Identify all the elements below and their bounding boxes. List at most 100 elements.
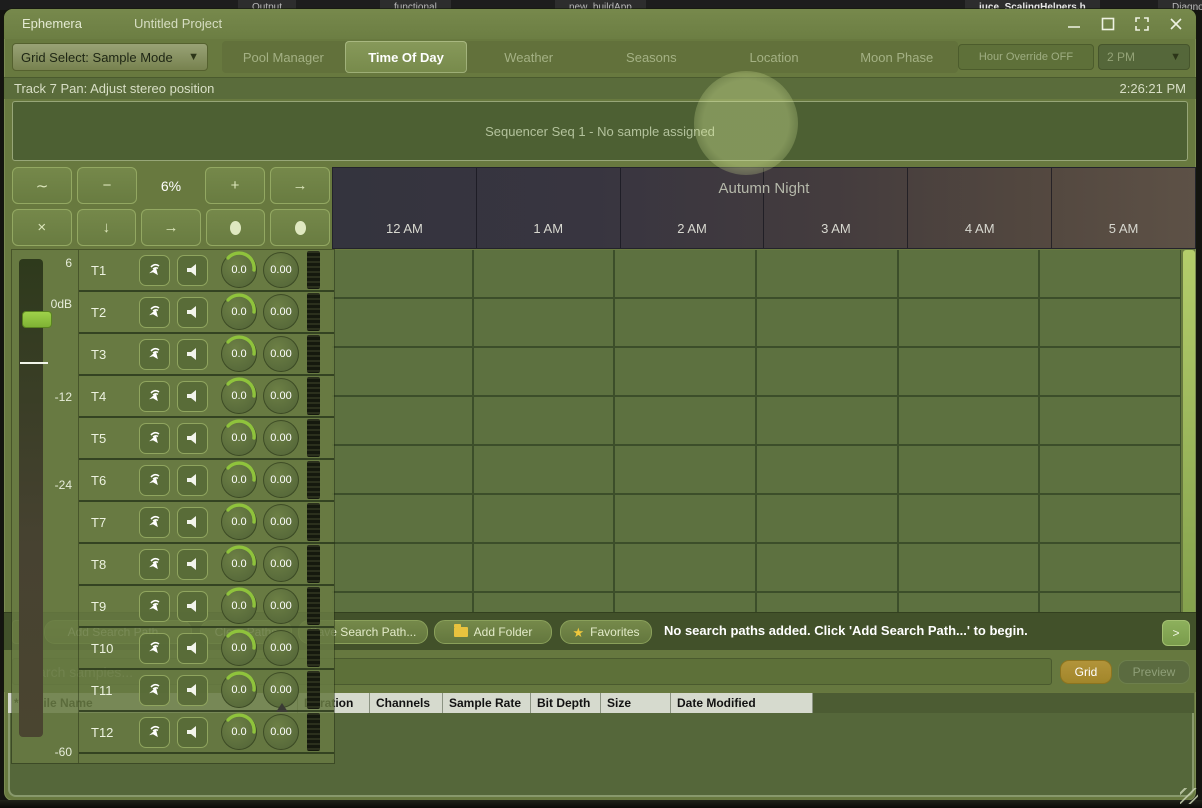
audition-button[interactable]: [139, 465, 170, 496]
grid-scrollbar[interactable]: [1183, 250, 1195, 621]
oval-tool-button-1[interactable]: [206, 209, 266, 246]
resize-grip-icon[interactable]: [1180, 788, 1198, 804]
timeline-hour-column[interactable]: 2 AM: [621, 168, 765, 248]
pan-knob[interactable]: 0.0: [221, 294, 257, 330]
scroll-right-button[interactable]: →: [270, 167, 330, 204]
pan-knob[interactable]: 0.0: [221, 378, 257, 414]
tab-weather[interactable]: Weather: [467, 41, 590, 73]
audition-button[interactable]: [139, 297, 170, 328]
pan-knob[interactable]: 0.0: [221, 630, 257, 666]
volume-knob[interactable]: 0.00: [263, 294, 299, 330]
sequencer-grid[interactable]: [332, 250, 1181, 621]
mute-button[interactable]: [177, 633, 208, 664]
audition-button[interactable]: [139, 591, 170, 622]
volume-knob[interactable]: 0.00: [263, 714, 299, 750]
zoom-in-button[interactable]: +: [205, 167, 265, 204]
column-header-bit-depth[interactable]: Bit Depth: [531, 693, 601, 713]
sequencer-display[interactable]: Sequencer Seq 1 - No sample assigned: [12, 101, 1188, 161]
maximize-icon[interactable]: [1096, 12, 1120, 36]
track-meter: [307, 461, 320, 499]
master-fader-handle[interactable]: [22, 311, 52, 328]
pan-knob[interactable]: 0.0: [221, 546, 257, 582]
grid-hour-column[interactable]: [1040, 250, 1181, 621]
mute-button[interactable]: [177, 381, 208, 412]
preview-button[interactable]: Preview: [1118, 660, 1190, 684]
grid-hour-column[interactable]: [615, 250, 757, 621]
mute-button[interactable]: [177, 591, 208, 622]
favorites-button[interactable]: ★ Favorites: [560, 620, 652, 644]
mute-button[interactable]: [177, 675, 208, 706]
mute-button[interactable]: [177, 297, 208, 328]
master-fader-track[interactable]: [19, 259, 43, 737]
tab-seasons[interactable]: Seasons: [590, 41, 713, 73]
close-icon[interactable]: [1164, 12, 1188, 36]
arrow-down-button[interactable]: ↓: [77, 209, 137, 246]
volume-knob[interactable]: 0.00: [263, 504, 299, 540]
pan-knob[interactable]: 0.0: [221, 420, 257, 456]
expand-panel-button[interactable]: >: [1162, 620, 1190, 646]
timeline-header[interactable]: Autumn Night 12 AM1 AM2 AM3 AM4 AM5 AM: [332, 167, 1196, 249]
pan-knob[interactable]: 0.0: [221, 462, 257, 498]
hour-override-button[interactable]: Hour Override OFF: [958, 44, 1094, 70]
audition-button[interactable]: [139, 339, 170, 370]
pan-knob[interactable]: 0.0: [221, 504, 257, 540]
arrow-right-button[interactable]: →: [141, 209, 201, 246]
grid-hour-column[interactable]: [332, 250, 474, 621]
volume-knob[interactable]: 0.00: [263, 252, 299, 288]
audition-button[interactable]: [139, 633, 170, 664]
volume-knob[interactable]: 0.00: [263, 462, 299, 498]
timeline-hour-column[interactable]: 1 AM: [477, 168, 621, 248]
grid-hour-column[interactable]: [899, 250, 1041, 621]
wave-tool-button[interactable]: ∼: [12, 167, 72, 204]
audition-button[interactable]: [139, 675, 170, 706]
mute-button[interactable]: [177, 549, 208, 580]
mute-button[interactable]: [177, 507, 208, 538]
pan-knob[interactable]: 0.0: [221, 588, 257, 624]
volume-knob[interactable]: 0.00: [263, 336, 299, 372]
grid-hour-column[interactable]: [757, 250, 899, 621]
pan-knob[interactable]: 0.0: [221, 252, 257, 288]
mute-button[interactable]: [177, 423, 208, 454]
volume-knob[interactable]: 0.00: [263, 546, 299, 582]
column-header-date-modified[interactable]: Date Modified: [671, 693, 813, 713]
volume-knob[interactable]: 0.00: [263, 630, 299, 666]
grid-select-dropdown[interactable]: Grid Select: Sample Mode ▼: [12, 43, 208, 71]
tab-time-of-day[interactable]: Time Of Day: [345, 41, 468, 73]
timeline-hour-column[interactable]: 5 AM: [1052, 168, 1195, 248]
audition-button[interactable]: [139, 255, 170, 286]
pan-knob[interactable]: 0.0: [221, 714, 257, 750]
audition-button[interactable]: [139, 717, 170, 748]
tab-location[interactable]: Location: [713, 41, 836, 73]
mute-button[interactable]: [177, 717, 208, 748]
column-header-channels[interactable]: Channels: [370, 693, 443, 713]
column-header-size[interactable]: Size: [601, 693, 671, 713]
minimize-icon[interactable]: [1062, 12, 1086, 36]
tab-pool-manager[interactable]: Pool Manager: [222, 41, 345, 73]
audition-button[interactable]: [139, 381, 170, 412]
oval-tool-button-2[interactable]: [270, 209, 330, 246]
audition-button[interactable]: [139, 423, 170, 454]
db-label: 0dB: [51, 297, 72, 311]
audition-button[interactable]: [139, 549, 170, 580]
add-folder-button[interactable]: Add Folder: [434, 620, 552, 644]
timeline-hour-column[interactable]: 4 AM: [908, 168, 1052, 248]
grid-view-button[interactable]: Grid: [1060, 660, 1112, 684]
fullscreen-icon[interactable]: [1130, 12, 1154, 36]
tab-moon-phase[interactable]: Moon Phase: [835, 41, 958, 73]
audition-button[interactable]: [139, 507, 170, 538]
clear-tool-button[interactable]: ×: [12, 209, 72, 246]
grid-hour-column[interactable]: [474, 250, 616, 621]
zoom-out-button[interactable]: −: [77, 167, 137, 204]
pan-knob[interactable]: 0.0: [221, 336, 257, 372]
pan-knob[interactable]: 0.0: [221, 672, 257, 708]
timeline-hour-column[interactable]: 12 AM: [333, 168, 477, 248]
mute-button[interactable]: [177, 255, 208, 286]
volume-knob[interactable]: 0.00: [263, 588, 299, 624]
mute-button[interactable]: [177, 465, 208, 496]
volume-knob[interactable]: 0.00: [263, 420, 299, 456]
mute-button[interactable]: [177, 339, 208, 370]
timeline-hour-column[interactable]: 3 AM: [764, 168, 908, 248]
hour-select-dropdown[interactable]: 2 PM ▼: [1098, 44, 1190, 70]
column-header-sample-rate[interactable]: Sample Rate: [443, 693, 531, 713]
volume-knob[interactable]: 0.00: [263, 378, 299, 414]
